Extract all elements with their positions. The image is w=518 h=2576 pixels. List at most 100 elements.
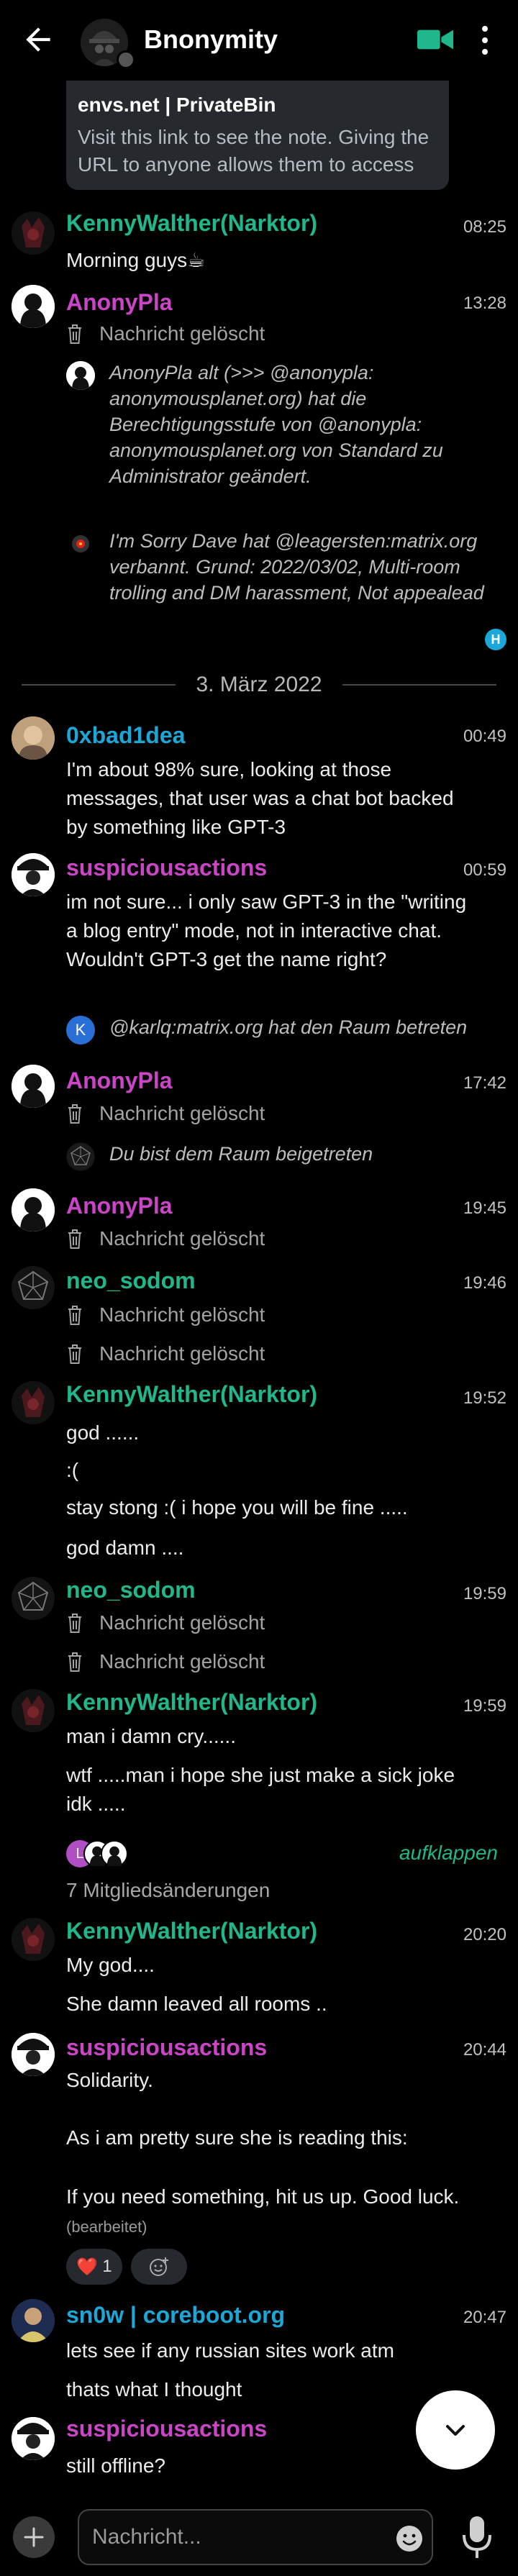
message-text: Morning guys☕ xyxy=(66,249,206,271)
sender-name[interactable]: KennyWalther(Narktor) xyxy=(66,210,317,237)
message-text: :( xyxy=(66,1459,79,1481)
avatar[interactable] xyxy=(12,1689,55,1732)
sender-name[interactable]: AnonyPla xyxy=(66,1193,173,1219)
divider xyxy=(22,684,176,686)
message-line: If you need something, hit us up. Good l… xyxy=(66,2185,460,2208)
deleted-label: Nachricht gelöscht xyxy=(99,322,265,345)
event-avatar xyxy=(66,1142,95,1171)
avatar[interactable] xyxy=(12,285,55,328)
read-receipt[interactable]: H xyxy=(485,629,506,650)
message-time: 19:59 xyxy=(463,1584,506,1603)
event-text: Du bist dem Raum beigetreten xyxy=(109,1143,373,1165)
avatar[interactable] xyxy=(12,1577,55,1620)
message-text: im not sure... i only saw GPT-3 in the "… xyxy=(66,891,467,970)
message-text: lets see if any russian sites work atm xyxy=(66,2339,394,2362)
avatar[interactable] xyxy=(12,853,55,896)
message-text: still offline? xyxy=(66,2454,166,2477)
state-event: I'm Sorry Dave hat @leagersten:matrix.or… xyxy=(66,528,491,606)
deleted-label: Nachricht gelöscht xyxy=(99,1342,265,1365)
state-event: AnonyPla alt (>>> @anonypla: anonymouspl… xyxy=(66,360,491,489)
sender-name[interactable]: KennyWalther(Narktor) xyxy=(66,1689,317,1716)
avatar[interactable] xyxy=(12,2033,55,2076)
message-text: man i damn cry...... xyxy=(66,1725,236,1747)
room-badge-icon xyxy=(117,50,135,69)
sender-name[interactable]: 0xbad1dea xyxy=(66,722,185,749)
message-time: 20:20 xyxy=(463,1925,506,1944)
deleted-message: Nachricht gelöscht xyxy=(66,1102,265,1125)
scroll-to-bottom-button[interactable] xyxy=(416,2390,495,2470)
state-event: Du bist dem Raum beigetreten xyxy=(66,1141,491,1171)
trash-icon xyxy=(68,1306,81,1325)
message-time: 19:52 xyxy=(463,1388,506,1408)
sender-name[interactable]: KennyWalther(Narktor) xyxy=(66,1918,317,1944)
message-time: 00:49 xyxy=(463,727,506,746)
sender-name[interactable]: suspiciousactions xyxy=(66,2034,267,2061)
trash-icon xyxy=(68,1652,81,1672)
microphone-icon[interactable] xyxy=(460,2515,494,2559)
trash-icon xyxy=(68,1229,81,1249)
message-text: As i am pretty sure she is reading this: xyxy=(66,2126,408,2149)
deleted-label: Nachricht gelöscht xyxy=(99,1611,265,1634)
avatar[interactable] xyxy=(12,1918,55,1961)
divider xyxy=(342,684,496,686)
avatar[interactable] xyxy=(12,2417,55,2460)
sender-name[interactable]: neo_sodom xyxy=(66,1267,196,1294)
sender-name[interactable]: sn0w | coreboot.org xyxy=(66,2302,285,2329)
heart-emoji: ❤️ xyxy=(76,2257,99,2277)
video-call-icon[interactable] xyxy=(417,27,453,52)
sender-name[interactable]: suspiciousactions xyxy=(66,855,267,881)
message-text: wtf .....man i hope she just make a sick… xyxy=(66,1764,455,1815)
attach-button[interactable] xyxy=(13,2516,55,2558)
back-arrow-icon[interactable] xyxy=(20,22,56,58)
reaction-heart[interactable]: ❤️ 1 xyxy=(66,2249,122,2285)
event-avatar xyxy=(66,529,95,558)
message-text: Solidarity. xyxy=(66,2069,153,2091)
avatar[interactable] xyxy=(12,1266,55,1309)
date-label: 3. März 2022 xyxy=(196,673,322,696)
member-avatar xyxy=(101,1840,128,1867)
sender-name[interactable]: KennyWalther(Narktor) xyxy=(66,1381,317,1408)
message-text: god ...... xyxy=(66,1421,140,1444)
room-title[interactable]: Bnonymity xyxy=(144,24,278,55)
link-preview-description: Visit this link to see the note. Giving … xyxy=(78,126,430,176)
avatar[interactable] xyxy=(12,1381,55,1424)
deleted-message: Nachricht gelöscht xyxy=(66,1650,265,1673)
state-event: K @karlq:matrix.org hat den Raum betrete… xyxy=(66,1014,491,1044)
sender-name[interactable]: neo_sodom xyxy=(66,1577,196,1603)
more-options-icon[interactable] xyxy=(478,24,492,56)
event-avatar xyxy=(66,361,95,390)
trash-icon xyxy=(68,1344,81,1364)
sender-name[interactable]: AnonyPla xyxy=(66,1068,173,1094)
add-reaction-icon xyxy=(150,2257,168,2276)
event-text: AnonyPla alt (>>> @anonypla: anonymouspl… xyxy=(109,362,443,487)
avatar[interactable] xyxy=(12,716,55,760)
trash-icon xyxy=(68,1104,81,1124)
message-time: 00:59 xyxy=(463,860,506,880)
message-text: My god.... xyxy=(66,1954,155,1976)
link-preview-title: envs.net | PrivateBin xyxy=(78,94,276,116)
sender-name[interactable]: suspiciousactions xyxy=(66,2416,267,2442)
deleted-message: Nachricht gelöscht xyxy=(66,1227,265,1250)
avatar[interactable] xyxy=(12,1188,55,1232)
message-time: 20:44 xyxy=(463,2040,506,2060)
link-preview-card[interactable]: envs.net | PrivateBin Visit this link to… xyxy=(66,81,449,190)
event-text: @karlq:matrix.org hat den Raum betreten xyxy=(109,1016,468,1038)
deleted-message: Nachricht gelöscht xyxy=(66,1342,265,1365)
message-input[interactable] xyxy=(78,2509,433,2565)
avatar[interactable] xyxy=(12,211,55,255)
message-text: stay stong :( i hope you will be fine ..… xyxy=(66,1496,408,1519)
deleted-message: Nachricht gelöscht xyxy=(66,1611,265,1634)
emoji-icon[interactable] xyxy=(394,2523,424,2554)
membership-summary: L aufklappen xyxy=(66,1839,498,1870)
message-text: god damn .... xyxy=(66,1537,184,1559)
sender-name[interactable]: AnonyPla xyxy=(66,289,173,316)
event-avatar: K xyxy=(66,1016,95,1044)
add-reaction-button[interactable] xyxy=(131,2249,187,2285)
message-composer xyxy=(0,2486,518,2576)
expand-link[interactable]: aufklappen xyxy=(399,1842,498,1865)
deleted-label: Nachricht gelöscht xyxy=(99,1102,265,1124)
trash-icon xyxy=(68,324,81,344)
avatar[interactable] xyxy=(12,1065,55,1108)
message-text: If you need something, hit us up. Good l… xyxy=(66,2183,483,2242)
avatar[interactable] xyxy=(12,2299,55,2342)
